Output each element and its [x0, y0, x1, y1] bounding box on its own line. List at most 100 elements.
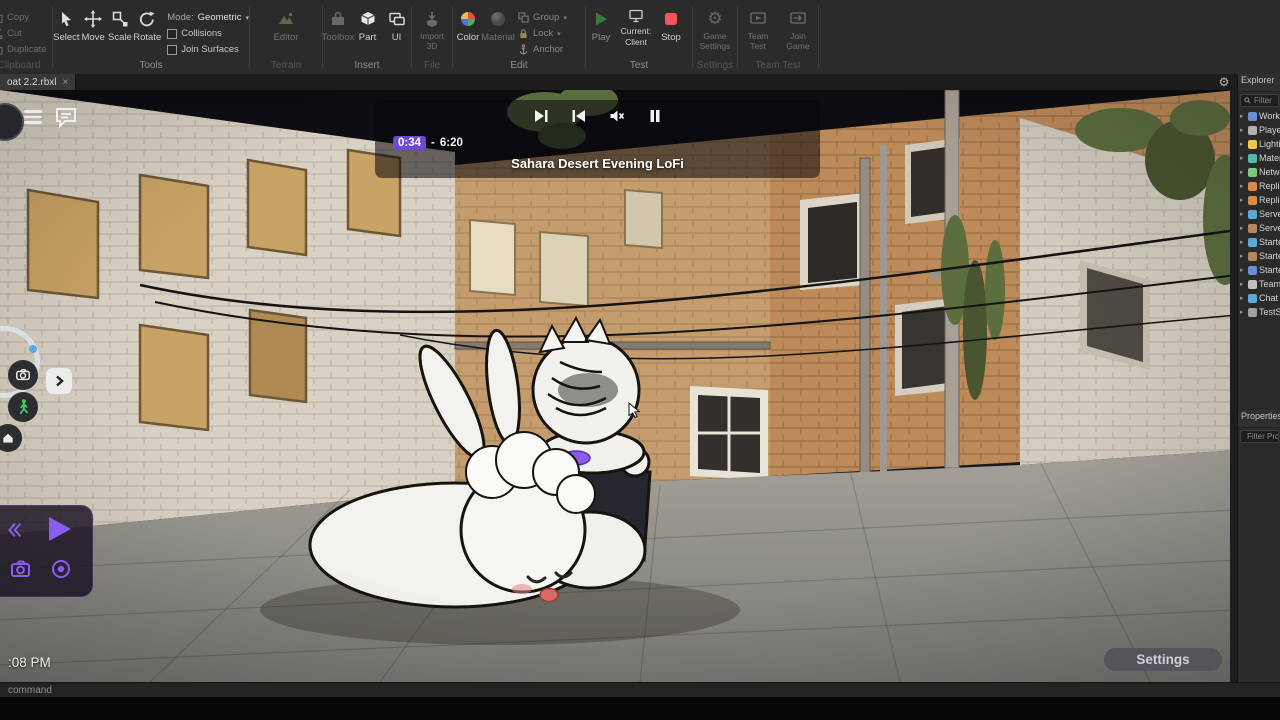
explorer-item-players[interactable]: ▸Players: [1238, 123, 1280, 137]
explorer-panel: Explorer Filter ▸Workspace▸Players▸Light…: [1237, 74, 1280, 682]
current-time-badge: 0:34: [393, 136, 426, 150]
skip-forward-icon[interactable]: [533, 108, 549, 124]
instance-icon: [1248, 238, 1257, 247]
part-cube-icon: [358, 9, 378, 29]
team-test-icon: [748, 9, 768, 29]
caret-icon[interactable]: ▸: [1240, 196, 1246, 204]
emote-run-button[interactable]: [8, 392, 38, 422]
panel-camera-icon[interactable]: [10, 558, 34, 580]
caret-icon[interactable]: ▸: [1240, 182, 1246, 190]
current-mode-dropdown[interactable]: Current: Client: [616, 4, 656, 47]
skip-back-icon[interactable]: [571, 108, 587, 124]
track-title: Sahara Desert Evening LoFi: [375, 156, 820, 171]
caret-icon[interactable]: ▸: [1240, 168, 1246, 176]
toolbox-button[interactable]: Toolbox: [323, 4, 353, 43]
in-game-clock: :08 PM: [8, 655, 51, 670]
expand-button[interactable]: [46, 368, 72, 394]
explorer-item-replicatedfirst[interactable]: ▸ReplicatedFirst: [1238, 179, 1280, 193]
tab-close-icon[interactable]: ×: [62, 77, 68, 88]
lock-icon: [518, 28, 529, 39]
game-settings-button[interactable]: ⚙ Game Settings: [695, 4, 735, 52]
explorer-item-networkclient[interactable]: ▸NetworkClient: [1238, 165, 1280, 179]
caret-icon[interactable]: ▸: [1240, 112, 1246, 120]
chevron-right-icon: [53, 375, 65, 387]
stop-button[interactable]: Stop: [656, 4, 686, 43]
explorer-item-chat[interactable]: ▸Chat: [1238, 291, 1280, 305]
gear-icon[interactable]: ⚙: [1216, 74, 1232, 90]
material-button[interactable]: Material: [483, 4, 513, 43]
mute-icon[interactable]: [609, 108, 625, 124]
caret-icon[interactable]: ▸: [1240, 238, 1246, 246]
explorer-filter-input[interactable]: Filter: [1240, 94, 1279, 107]
scale-icon: [110, 9, 130, 29]
explorer-item-lighting[interactable]: ▸Lighting: [1238, 137, 1280, 151]
join-game-button[interactable]: Join Game: [780, 4, 816, 52]
panel-record-icon[interactable]: [50, 558, 72, 580]
explorer-item-teams[interactable]: ▸Teams: [1238, 277, 1280, 291]
output-bar: [0, 697, 1280, 720]
properties-filter-input[interactable]: Filter Prop: [1240, 430, 1279, 443]
caret-icon[interactable]: ▸: [1240, 308, 1246, 316]
ui-button[interactable]: UI: [382, 4, 411, 43]
play-button[interactable]: Play: [586, 4, 616, 43]
caret-icon[interactable]: ▸: [1240, 126, 1246, 134]
explorer-item-workspace[interactable]: ▸Workspace: [1238, 109, 1280, 123]
explorer-item-testservice[interactable]: ▸TestService: [1238, 305, 1280, 319]
caret-icon[interactable]: ▸: [1240, 252, 1246, 260]
scale-tool-button[interactable]: Scale: [107, 4, 134, 43]
caret-icon[interactable]: ▸: [1240, 224, 1246, 232]
group-button[interactable]: Group ▾: [518, 11, 567, 24]
terrain-editor-button[interactable]: Editor: [271, 4, 301, 43]
chevron-down-icon: ▾: [557, 30, 561, 38]
explorer-item-startergui[interactable]: ▸StarterGui: [1238, 235, 1280, 249]
chat-button[interactable]: [54, 105, 78, 129]
color-button[interactable]: Color: [453, 4, 483, 43]
explorer-item-starterpack[interactable]: ▸StarterPack: [1238, 249, 1280, 263]
color-wheel-icon: [458, 9, 478, 29]
instance-icon: [1248, 196, 1257, 205]
caret-icon[interactable]: ▸: [1240, 154, 1246, 162]
caret-icon[interactable]: ▸: [1240, 294, 1246, 302]
explorer-item-materialservice[interactable]: ▸MaterialService: [1238, 151, 1280, 165]
pause-icon[interactable]: [647, 108, 663, 124]
collapse-chevrons-icon[interactable]: [4, 520, 24, 540]
checkbox-icon: [167, 45, 177, 55]
command-bar[interactable]: command: [0, 682, 1280, 697]
move-tool-button[interactable]: Move: [80, 4, 107, 43]
lock-button[interactable]: Lock ▾: [518, 27, 567, 40]
place-tab[interactable]: oat 2.2.rbxl ×: [0, 74, 76, 90]
menu-button[interactable]: [24, 107, 42, 127]
panel-play-icon[interactable]: [44, 514, 74, 544]
explorer-item-serverstorage[interactable]: ▸ServerStorage: [1238, 221, 1280, 235]
terrain-icon: [276, 9, 296, 29]
caret-icon[interactable]: ▸: [1240, 210, 1246, 218]
part-button[interactable]: Part: [353, 4, 382, 43]
caret-icon[interactable]: ▸: [1240, 280, 1246, 288]
anchor-button[interactable]: Anchor: [518, 43, 567, 56]
explorer-item-starterplayer[interactable]: ▸StarterPlayer: [1238, 263, 1280, 277]
ribbon-section-terrain: Editor Terrain: [250, 0, 322, 74]
viewport-3d-scene[interactable]: 0:34 - 6:20 Sahara Desert Evening LoFi: [0, 90, 1237, 682]
explorer-header: Explorer: [1238, 74, 1280, 92]
caret-icon[interactable]: ▸: [1240, 266, 1246, 274]
caret-icon[interactable]: ▸: [1240, 140, 1246, 148]
rotate-tool-button[interactable]: Rotate: [133, 4, 161, 43]
instance-icon: [1248, 140, 1257, 149]
collisions-checkbox[interactable]: Collisions: [167, 27, 249, 40]
import-3d-button[interactable]: Import 3D: [414, 4, 450, 52]
join-surfaces-checkbox[interactable]: Join Surfaces: [167, 43, 249, 56]
mode-dropdown[interactable]: Mode: Geometric ▾: [167, 11, 249, 24]
explorer-item-serverscriptservice[interactable]: ▸ServerScriptService: [1238, 207, 1280, 221]
properties-header: Properties: [1238, 410, 1280, 428]
team-test-button[interactable]: Team Test: [740, 4, 776, 52]
cut-button[interactable]: Cut: [0, 27, 52, 40]
duplicate-button[interactable]: Duplicate: [0, 43, 52, 56]
explorer-item-replicatedstorage[interactable]: ▸ReplicatedStorage: [1238, 193, 1280, 207]
copy-button[interactable]: Copy: [0, 11, 52, 24]
group-icon: [518, 12, 529, 23]
camera-button[interactable]: [8, 360, 38, 390]
select-tool-button[interactable]: Select: [53, 4, 80, 43]
stop-icon: [661, 9, 681, 29]
settings-button[interactable]: Settings: [1104, 648, 1222, 671]
gear-icon: ⚙: [705, 9, 725, 29]
